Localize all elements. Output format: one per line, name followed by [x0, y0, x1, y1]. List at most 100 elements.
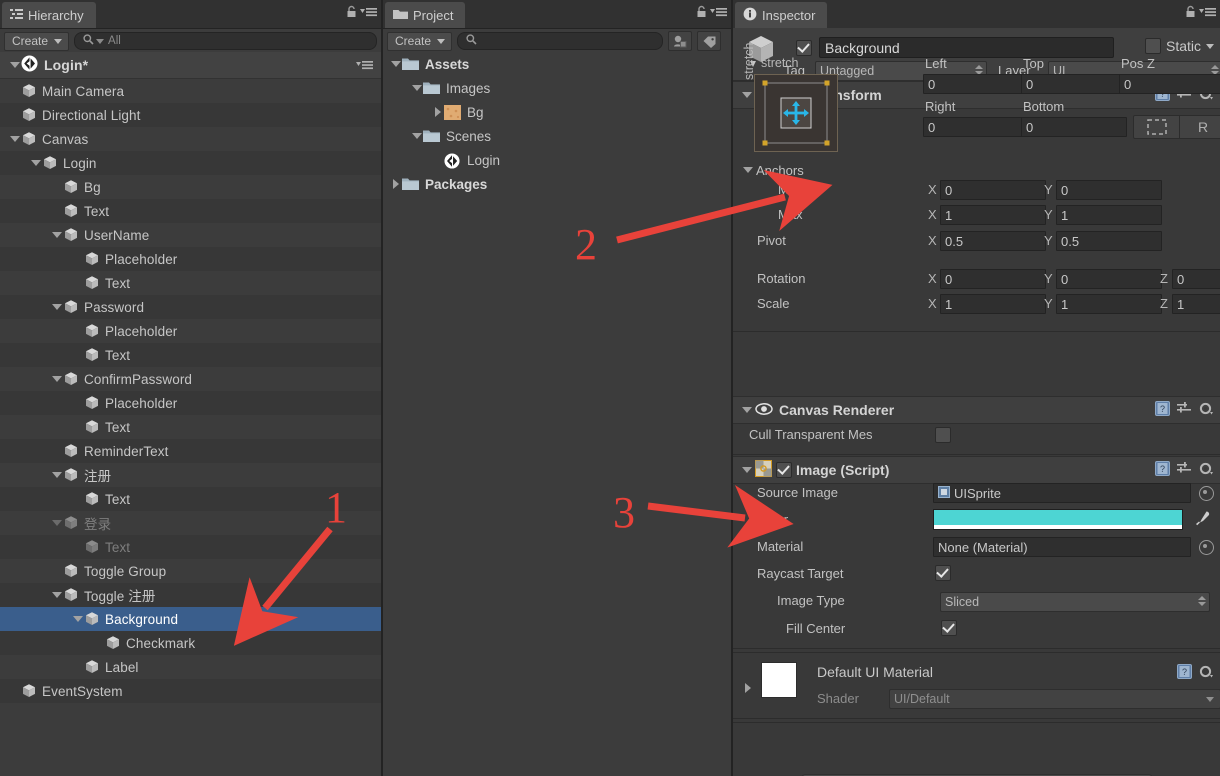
eyedropper-icon[interactable] — [1194, 510, 1210, 530]
panel-menu-icon[interactable] — [710, 6, 727, 21]
project-row[interactable]: Scenes — [383, 124, 731, 148]
hierarchy-row[interactable]: ConfirmPassword — [0, 367, 381, 391]
pivot-x-input[interactable]: 0.5 — [940, 231, 1046, 251]
hierarchy-row[interactable]: Text — [0, 487, 381, 511]
rotation-z-input[interactable]: 0 — [1172, 269, 1220, 289]
hierarchy-row[interactable]: Text — [0, 271, 381, 295]
tree-down-arrow-icon[interactable] — [50, 223, 63, 247]
help-icon[interactable]: ? — [1177, 664, 1192, 682]
scale-x-input[interactable]: 1 — [940, 294, 1046, 314]
project-search-input[interactable] — [457, 32, 664, 50]
hierarchy-row[interactable]: Password — [0, 295, 381, 319]
cull-transparent-mesh-checkbox[interactable] — [935, 427, 951, 443]
project-row[interactable]: Images — [383, 76, 731, 100]
canvas-renderer-foldout-icon[interactable] — [740, 398, 753, 422]
project-tree[interactable]: Assets Images Bg Scenes Login Packages — [383, 52, 731, 776]
material-preview-foldout-icon[interactable] — [741, 676, 754, 700]
rect-top-input[interactable]: 0 — [1021, 74, 1127, 94]
blueprint-mode-button[interactable] — [1133, 115, 1181, 139]
scale-z-input[interactable]: 1 — [1172, 294, 1220, 314]
rect-bottom-input[interactable]: 0 — [1021, 117, 1127, 137]
hierarchy-row[interactable]: Checkmark — [0, 631, 381, 655]
scene-menu-icon[interactable] — [356, 59, 373, 74]
fill-center-checkbox[interactable] — [941, 620, 957, 636]
project-create-button[interactable]: Create — [387, 31, 453, 51]
hierarchy-row[interactable]: Main Camera — [0, 79, 381, 103]
pivot-y-input[interactable]: 0.5 — [1056, 231, 1162, 251]
static-dropdown-chevron-icon[interactable] — [1206, 43, 1214, 49]
image-script-enabled-checkbox[interactable] — [776, 462, 792, 478]
rect-transform-anchor-preset[interactable] — [754, 74, 838, 152]
tab-inspector[interactable]: Inspector — [735, 2, 828, 28]
tree-down-arrow-icon[interactable] — [50, 367, 63, 391]
project-row[interactable]: Login — [383, 148, 731, 172]
rect-right-input[interactable]: 0 — [923, 117, 1029, 137]
rotation-x-input[interactable]: 0 — [940, 269, 1046, 289]
hierarchy-search-input[interactable]: All — [74, 32, 377, 50]
hierarchy-row[interactable]: Login — [0, 151, 381, 175]
panel-menu-icon[interactable] — [1199, 6, 1216, 21]
tree-down-arrow-icon[interactable] — [50, 295, 63, 319]
rect-left-input[interactable]: 0 — [923, 74, 1029, 94]
hierarchy-row[interactable]: Placeholder — [0, 391, 381, 415]
hierarchy-row[interactable]: ReminderText — [0, 439, 381, 463]
source-image-field[interactable]: UISprite — [933, 483, 1191, 503]
hierarchy-background-row[interactable]: Background — [0, 607, 381, 631]
search-mode-chevron-icon[interactable] — [96, 38, 105, 44]
hierarchy-row[interactable]: 注册 — [0, 463, 381, 487]
hierarchy-row[interactable]: Text — [0, 535, 381, 559]
tree-right-arrow-icon[interactable] — [389, 172, 402, 196]
hierarchy-row[interactable]: Label — [0, 655, 381, 679]
preset-icon[interactable] — [1177, 401, 1192, 419]
project-row[interactable]: Bg — [383, 100, 731, 124]
hierarchy-row[interactable]: 登录 — [0, 511, 381, 535]
tree-down-arrow-icon[interactable] — [389, 52, 402, 76]
tree-down-arrow-icon[interactable] — [50, 463, 63, 487]
gear-icon[interactable] — [1199, 462, 1214, 479]
rect-posz-input[interactable]: 0 — [1119, 74, 1220, 94]
tree-down-arrow-icon[interactable] — [410, 124, 423, 148]
tree-down-arrow-icon[interactable] — [50, 583, 63, 607]
anchor-min-x-input[interactable]: 0 — [940, 180, 1046, 200]
hierarchy-row[interactable]: Text — [0, 199, 381, 223]
canvas-renderer-header[interactable]: Canvas Renderer ? — [733, 396, 1220, 424]
panel-menu-icon[interactable] — [360, 6, 377, 21]
hierarchy-create-button[interactable]: Create — [4, 31, 70, 51]
hierarchy-scene-row[interactable]: Login* — [0, 52, 381, 79]
anchor-min-y-input[interactable]: 0 — [1056, 180, 1162, 200]
anchors-foldout-icon[interactable] — [741, 158, 754, 182]
source-image-picker-button[interactable] — [1199, 486, 1214, 501]
material-field[interactable]: None (Material) — [933, 537, 1191, 557]
scene-expand-arrow-icon[interactable] — [8, 53, 21, 77]
rotation-y-input[interactable]: 0 — [1056, 269, 1162, 289]
raw-edit-mode-button[interactable]: R — [1179, 115, 1220, 139]
hierarchy-row[interactable]: Directional Light — [0, 103, 381, 127]
anchor-max-x-input[interactable]: 1 — [940, 205, 1046, 225]
gear-icon[interactable] — [1199, 402, 1214, 419]
image-type-dropdown[interactable]: Sliced — [940, 592, 1210, 612]
static-checkbox[interactable] — [1144, 38, 1161, 54]
project-row[interactable]: Packages — [383, 172, 731, 196]
hierarchy-row[interactable]: Text — [0, 415, 381, 439]
tree-down-arrow-icon[interactable] — [29, 151, 42, 175]
tab-project[interactable]: Project — [385, 2, 466, 28]
raycast-target-checkbox[interactable] — [935, 565, 951, 581]
project-row[interactable]: Assets — [383, 52, 731, 76]
lock-icon[interactable] — [346, 5, 357, 21]
shader-dropdown[interactable]: UI/Default — [889, 689, 1220, 709]
hierarchy-row[interactable]: Toggle Group — [0, 559, 381, 583]
lock-icon[interactable] — [696, 5, 707, 21]
tree-down-arrow-icon[interactable] — [50, 511, 63, 535]
lock-icon[interactable] — [1185, 5, 1196, 21]
image-color-field[interactable] — [933, 509, 1183, 530]
help-icon[interactable]: ? — [1155, 401, 1170, 419]
scale-y-input[interactable]: 1 — [1056, 294, 1162, 314]
material-picker-button[interactable] — [1199, 540, 1214, 555]
tree-down-arrow-icon[interactable] — [410, 76, 423, 100]
preset-icon[interactable] — [1177, 461, 1192, 479]
hierarchy-row[interactable]: EventSystem — [0, 679, 381, 703]
tree-down-arrow-icon[interactable] — [8, 127, 21, 151]
hierarchy-row[interactable]: Placeholder — [0, 247, 381, 271]
filter-by-label-button[interactable] — [697, 31, 722, 51]
tree-down-arrow-icon[interactable] — [71, 607, 84, 631]
